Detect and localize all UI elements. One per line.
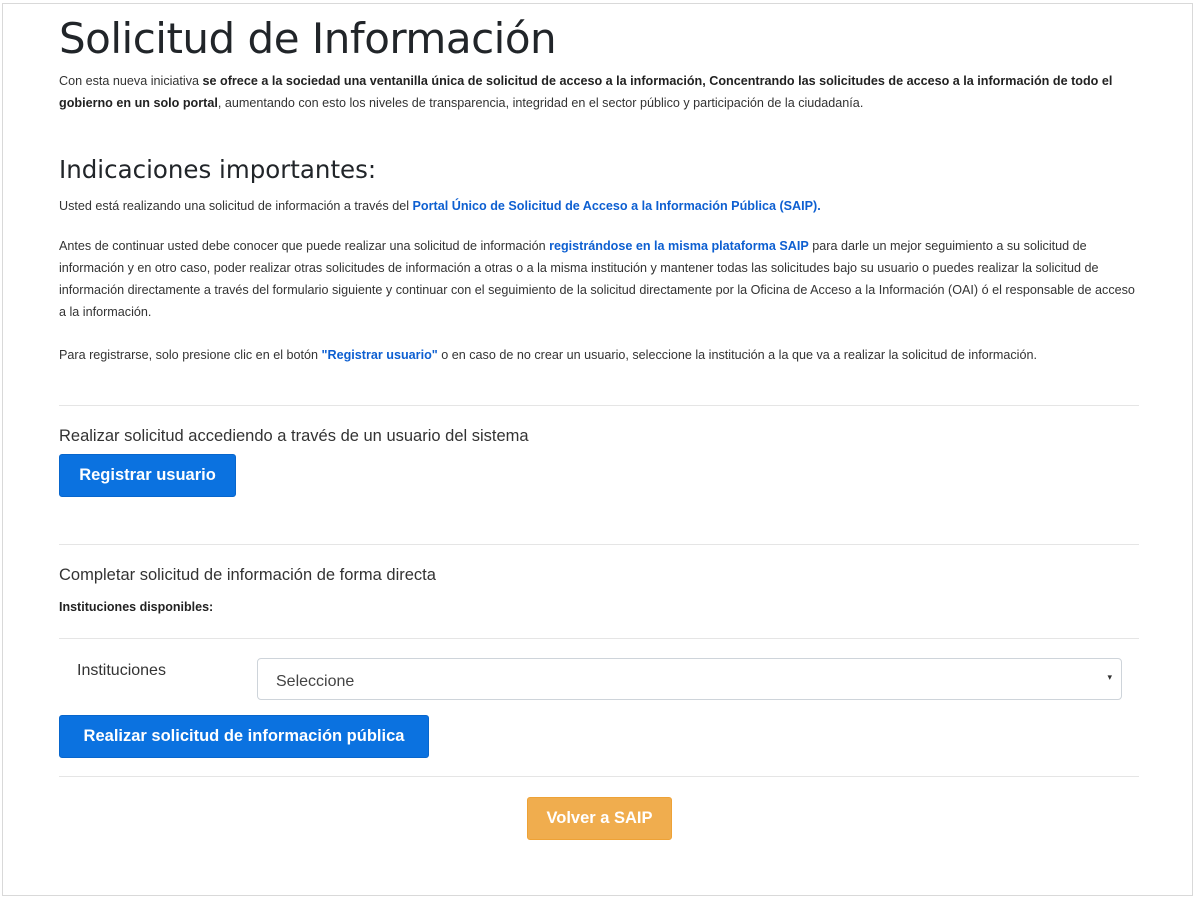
register-user-link[interactable]: "Registrar usuario" xyxy=(322,348,438,362)
divider xyxy=(59,638,1139,639)
info-paragraph-registration: Antes de continuar usted debe conocer qu… xyxy=(59,235,1139,323)
institutions-label: Instituciones xyxy=(77,662,166,679)
back-to-saip-button[interactable]: Volver a SAIP xyxy=(527,797,672,840)
divider xyxy=(59,544,1139,545)
info-paragraph-saip: Usted está realizando una solicitud de i… xyxy=(59,195,1134,217)
info-paragraph-instructions: Para registrarse, solo presione clic en … xyxy=(59,344,1119,366)
available-institutions-label: Instituciones disponibles: xyxy=(59,600,214,614)
institutions-select[interactable]: Seleccione ▾ xyxy=(257,658,1122,700)
important-heading: Indicaciones importantes: xyxy=(59,155,377,184)
register-user-button[interactable]: Registrar usuario xyxy=(59,454,236,497)
intro-paragraph: Con esta nueva iniciativa se ofrece a la… xyxy=(59,70,1119,114)
intro-text-end: , aumentando con esto los niveles de tra… xyxy=(217,96,864,110)
divider xyxy=(59,776,1139,777)
instructions-text-end: o en caso de no crear un usuario, selecc… xyxy=(437,348,1037,362)
info-text: Usted está realizando una solicitud de i… xyxy=(59,199,413,213)
direct-section-title: Completar solicitud de información de fo… xyxy=(59,566,436,584)
chevron-down-icon: ▾ xyxy=(1107,672,1112,682)
divider xyxy=(59,405,1139,406)
saip-portal-link[interactable]: Portal Único de Solicitud de Acceso a la… xyxy=(413,199,821,213)
page-title: Solicitud de Información xyxy=(59,14,557,63)
registration-text-start: Antes de continuar usted debe conocer qu… xyxy=(59,239,550,253)
select-value: Seleccione xyxy=(276,673,355,690)
intro-text-start: Con esta nueva iniciativa xyxy=(59,74,203,88)
register-platform-link[interactable]: registrándose en la misma plataforma SAI… xyxy=(549,239,809,253)
user-section-title: Realizar solicitud accediendo a través d… xyxy=(59,427,529,445)
page-frame: Solicitud de Información Con esta nueva … xyxy=(2,3,1193,896)
submit-request-button[interactable]: Realizar solicitud de información públic… xyxy=(59,715,429,758)
instructions-text-start: Para registrarse, solo presione clic en … xyxy=(59,348,322,362)
